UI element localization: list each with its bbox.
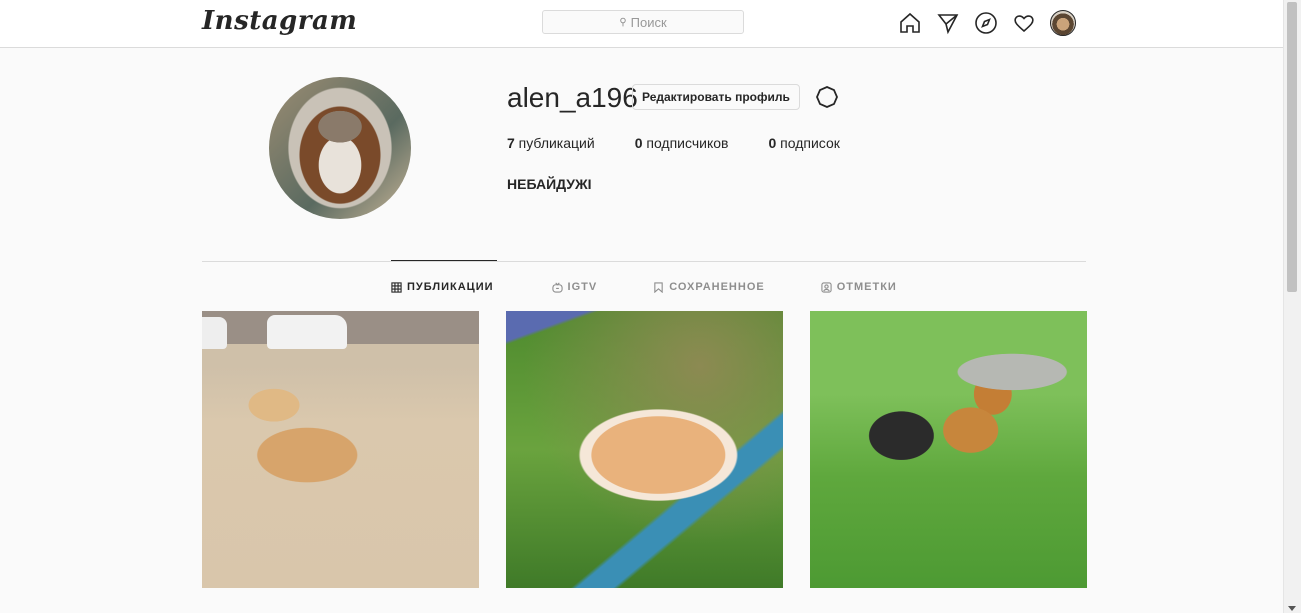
tab-igtv-label: IGTV — [567, 281, 598, 293]
search-input[interactable]: ⚲ Поиск — [542, 10, 744, 34]
followers-count-label: подписчиков — [642, 135, 729, 151]
igtv-icon — [551, 282, 563, 293]
followers-count[interactable]: 0 подписчиков — [635, 135, 729, 151]
post-image-detail — [202, 317, 227, 349]
following-count-label: подписок — [776, 135, 840, 151]
tab-posts-label: ПУБЛИКАЦИИ — [407, 281, 494, 293]
tab-igtv[interactable]: IGTV — [551, 281, 598, 293]
tab-tagged-label: ОТМЕТКИ — [836, 281, 897, 293]
profile-full-name: НЕБАЙДУЖІ — [507, 176, 592, 192]
tagged-icon — [821, 281, 832, 293]
profile-username: alen_a196 — [507, 82, 638, 113]
following-count[interactable]: 0 подписок — [768, 135, 839, 151]
edit-profile-button[interactable]: Редактировать профиль — [632, 84, 800, 110]
top-nav-bar: Instagram ⚲ Поиск — [0, 0, 1284, 48]
post-thumbnail[interactable] — [506, 311, 783, 588]
post-image-detail — [267, 315, 347, 349]
posts-count-number: 7 — [507, 135, 515, 151]
tab-saved-label: СОХРАНЕННОЕ — [669, 281, 765, 293]
post-thumbnail[interactable] — [810, 311, 1087, 588]
page-scrollbar[interactable] — [1283, 0, 1301, 613]
profile-picture[interactable] — [269, 77, 411, 219]
activity-heart-icon[interactable] — [1012, 11, 1036, 35]
profile-stats: 7 публикаций 0 подписчиков 0 подписок — [507, 135, 880, 151]
profile-avatar[interactable] — [1050, 10, 1076, 36]
home-icon[interactable] — [898, 11, 922, 35]
post-thumbnail[interactable] — [202, 311, 479, 588]
instagram-logo[interactable]: Instagram — [202, 6, 357, 36]
scrollbar-thumb[interactable] — [1287, 2, 1297, 292]
posts-count[interactable]: 7 публикаций — [507, 135, 595, 151]
nav-icons — [898, 10, 1076, 36]
tab-posts[interactable]: ПУБЛИКАЦИИ — [391, 281, 494, 293]
explore-icon[interactable] — [974, 11, 998, 35]
direct-icon[interactable] — [936, 11, 960, 35]
profile-tabs: ПУБЛИКАЦИИ IGTV СОХРАНЕННОЕ ОТМЕТКИ — [391, 281, 897, 293]
search-icon: ⚲ — [619, 16, 627, 28]
search-placeholder: Поиск — [630, 14, 667, 30]
settings-gear-icon[interactable] — [815, 85, 839, 109]
scroll-down-arrow-icon[interactable] — [1288, 606, 1296, 611]
tabs-divider — [202, 261, 1086, 262]
grid-icon — [391, 281, 402, 293]
tab-saved[interactable]: СОХРАНЕННОЕ — [653, 281, 765, 293]
active-tab-indicator — [391, 260, 497, 261]
tab-tagged[interactable]: ОТМЕТКИ — [821, 281, 897, 293]
posts-count-label: публикаций — [514, 135, 595, 151]
bookmark-icon — [654, 281, 663, 293]
